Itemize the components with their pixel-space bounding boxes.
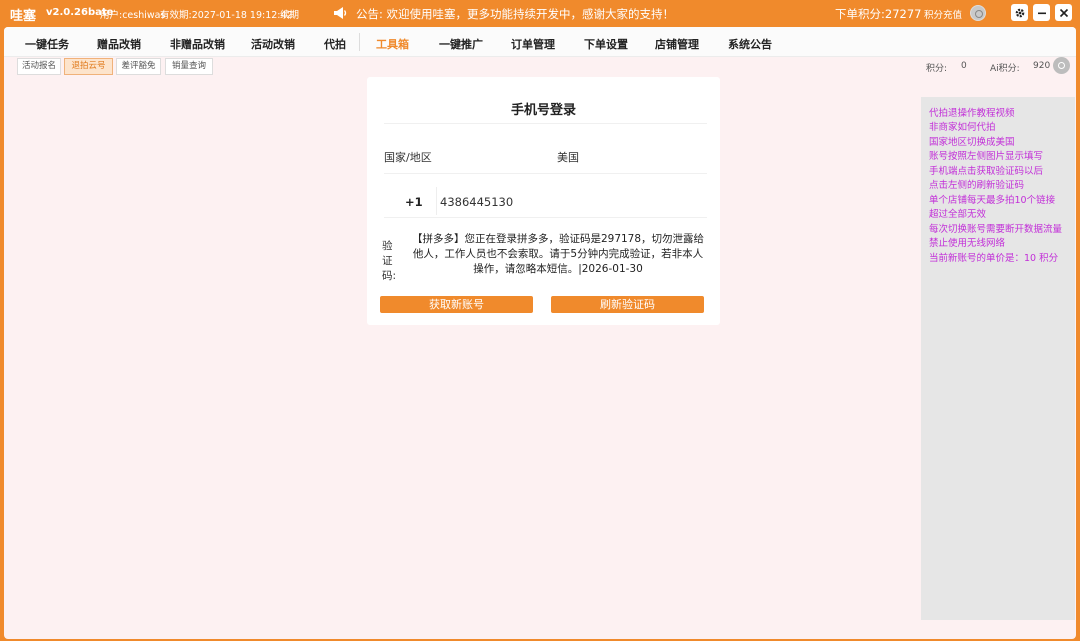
announcement-text: 公告: 欢迎使用哇塞，更多功能持续开发中，感谢大家的支持！ [356, 7, 675, 21]
instruction-line: 国家地区切换成美国 [929, 137, 1015, 148]
instruction-line[interactable]: 代拍退操作教程视频 [929, 105, 1015, 119]
tab-system-notice[interactable]: 系统公告 [728, 36, 772, 52]
phone-field-divider [436, 187, 437, 215]
ai-points-value: 920 [1033, 61, 1051, 71]
phone-login-card: 手机号登录 国家/地区 美国 +1 4386445130 验证码: 【拼多多】您… [367, 77, 720, 325]
tab-toolbox[interactable]: 工具箱 [376, 36, 409, 52]
divider [384, 123, 707, 124]
megaphone-icon [332, 5, 348, 21]
instruction-line: 非商家如何代拍 [929, 122, 996, 133]
divider [384, 217, 707, 218]
subtab-sales-query[interactable]: 销量查询 [165, 58, 213, 75]
phone-number-field[interactable]: 4386445130 [440, 195, 513, 209]
sms-message-text: 【拼多多】您正在登录拼多多，验证码是297178，切勿泄露给他人，工作人员也不会… [411, 233, 705, 275]
points-label: 积分: [926, 64, 948, 74]
subtab-activity-signup[interactable]: 活动报名 [17, 58, 61, 75]
instruction-line: 单个店铺每天最多拍10个链接 [929, 195, 1056, 206]
subtab-cloud-number[interactable]: 退拍云号 [64, 58, 113, 75]
username: 用户:ceshiwas [100, 10, 166, 21]
close-icon[interactable] [1055, 4, 1072, 21]
country-label: 国家/地区 [384, 151, 432, 164]
get-new-account-button[interactable]: 获取新账号 [380, 296, 533, 313]
phone-country-code: +1 [405, 195, 423, 209]
login-title: 手机号登录 [510, 103, 576, 118]
refresh-code-button[interactable]: 刷新验证码 [551, 296, 704, 313]
instruction-line: 账号按照左侧图片显示填写 [929, 151, 1044, 162]
tab-one-click-promote[interactable]: 一键推广 [439, 36, 483, 52]
app-name: 哇塞 [10, 9, 37, 24]
expiry-date: 有效期:2027-01-18 19:12:42 [160, 10, 293, 21]
tab-one-click-task[interactable]: 一键任务 [25, 36, 69, 52]
order-points: 下单积分:27277 [835, 7, 922, 21]
tab-order-settings[interactable]: 下单设置 [584, 36, 628, 52]
instruction-line: 超过全部无效 [929, 209, 987, 220]
title-bar: 哇塞 v2.0.26bate 用户:ceshiwas 有效期:2027-01-1… [0, 0, 1080, 27]
verification-code-label: 验证码: [382, 240, 397, 282]
points-value: 0 [961, 61, 967, 71]
instruction-line: 当前新账号的单价是：10 积分 [929, 253, 1059, 264]
tab-non-gift-change[interactable]: 非赠品改销 [170, 36, 225, 52]
instruction-line: 手机端点击获取验证码以后 [929, 166, 1044, 177]
instruction-line: 每次切换账号需要断开数据流量 [929, 224, 1063, 235]
instructions-panel: 代拍退操作教程视频 非商家如何代拍 国家地区切换成美国 账号按照左侧图片显示填写… [921, 97, 1075, 620]
subtab-bad-review-exempt[interactable]: 差评豁免 [116, 58, 161, 75]
settings-gear-icon[interactable] [1011, 4, 1028, 21]
instruction-line: 禁止使用无线网络 [929, 238, 1006, 249]
tab-shop-management[interactable]: 店铺管理 [655, 36, 699, 52]
country-select[interactable]: 美国 [557, 149, 579, 165]
tab-activity-change[interactable]: 活动改销 [251, 36, 295, 52]
minimize-icon[interactable] [1033, 4, 1050, 21]
renew-link[interactable]: 续期 [280, 7, 299, 21]
instruction-line: 点击左侧的刷新验证码 [929, 180, 1025, 191]
tab-order-management[interactable]: 订单管理 [511, 36, 555, 52]
tab-gift-change[interactable]: 赠品改销 [97, 36, 141, 52]
ai-settings-icon[interactable] [1053, 57, 1070, 74]
tab-proxy-order[interactable]: 代拍 [324, 36, 346, 52]
main-window: 一键任务 赠品改销 非赠品改销 活动改销 代拍 工具箱 一键推广 订单管理 下单… [4, 27, 1076, 639]
recharge-link[interactable]: 积分充值 [924, 7, 962, 21]
avatar-icon[interactable] [970, 5, 986, 21]
nav-divider [359, 33, 360, 51]
main-nav: 一键任务 赠品改销 非赠品改销 活动改销 代拍 工具箱 一键推广 订单管理 下单… [4, 27, 1076, 57]
divider [384, 173, 707, 174]
ai-points-label: Ai积分: [990, 64, 1020, 74]
